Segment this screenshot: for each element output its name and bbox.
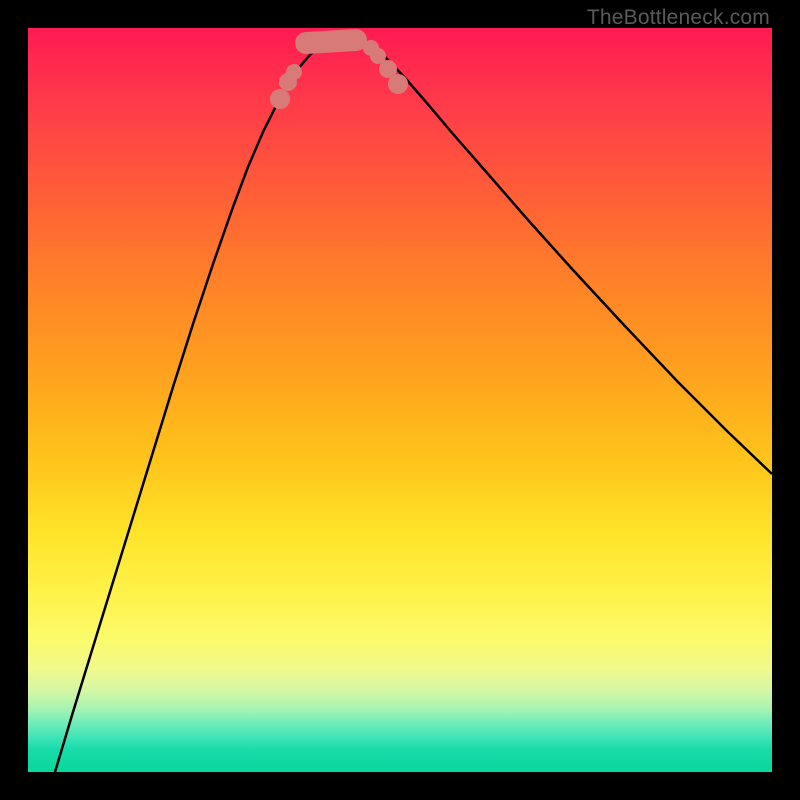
markers-group — [270, 29, 408, 109]
marker-dot — [388, 74, 408, 94]
marker-pill — [295, 29, 367, 54]
chart-container: TheBottleneck.com — [0, 0, 800, 800]
marker-dot — [270, 89, 290, 109]
right-curve — [368, 43, 772, 474]
marker-dot — [286, 64, 302, 80]
left-curve — [55, 43, 324, 772]
chart-svg — [28, 28, 772, 772]
plot-area — [28, 28, 772, 772]
watermark-label: TheBottleneck.com — [587, 6, 770, 30]
